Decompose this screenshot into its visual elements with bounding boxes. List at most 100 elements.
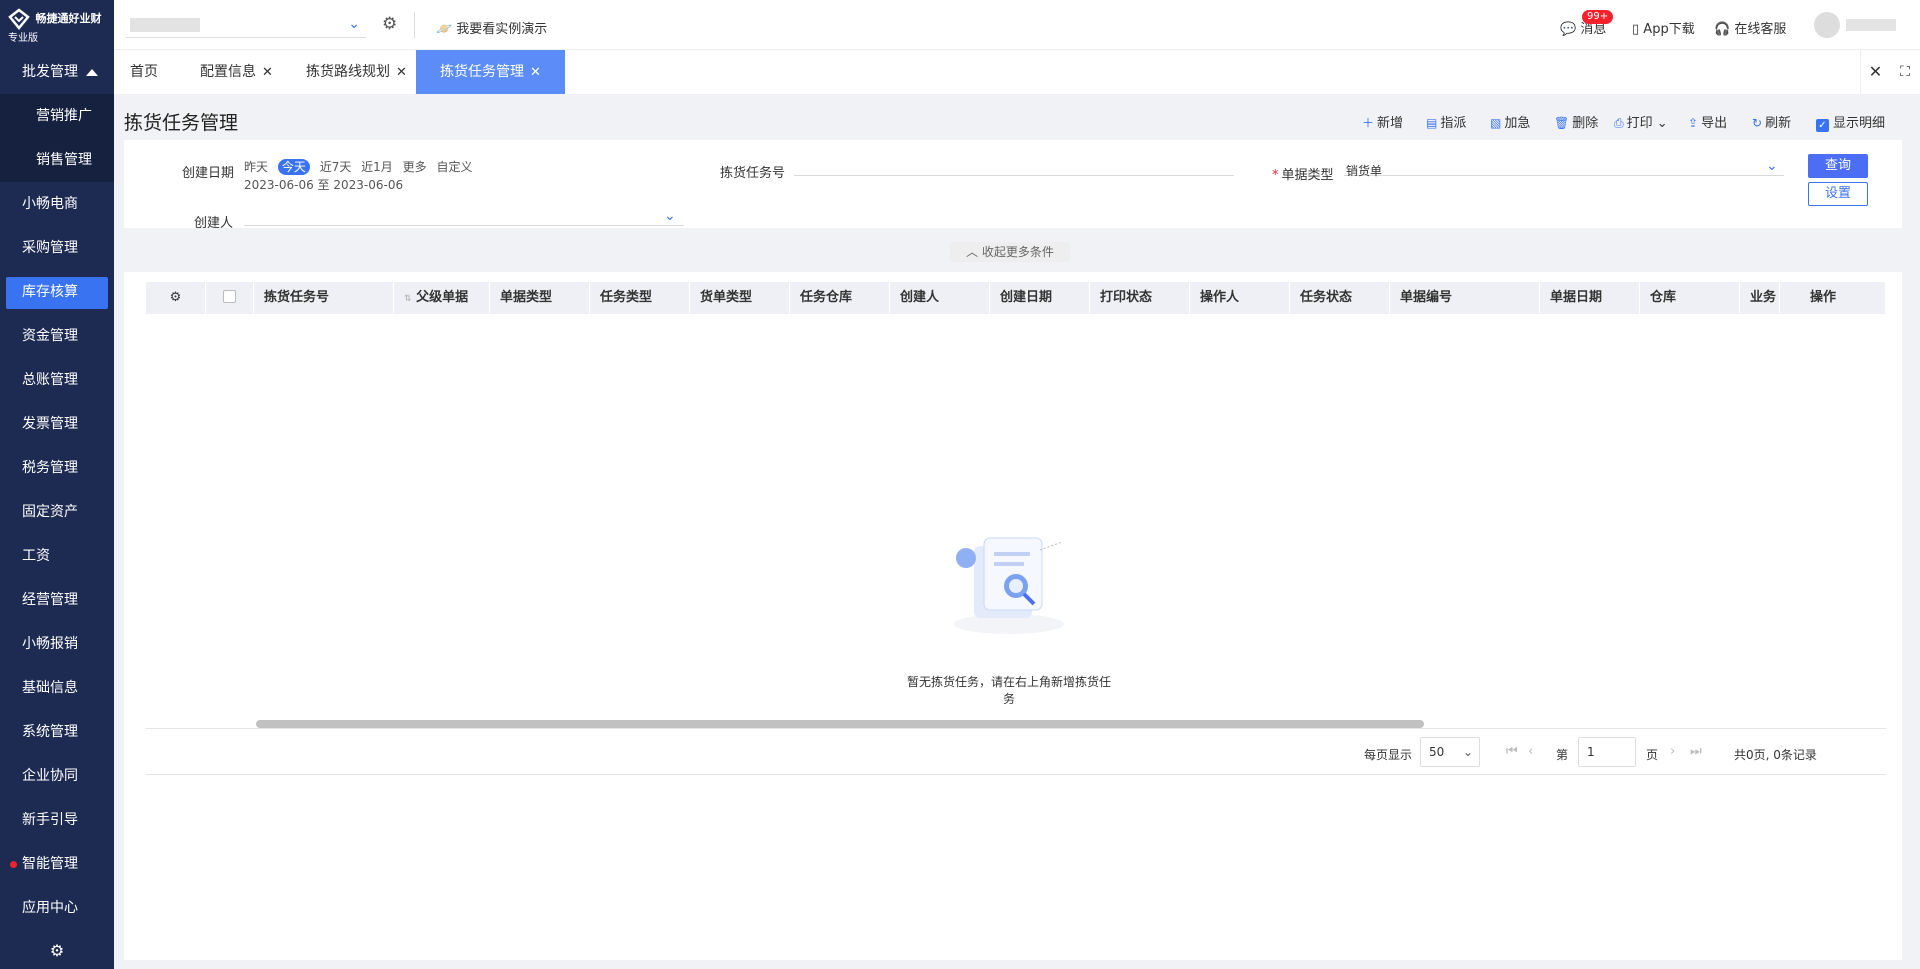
tab-config[interactable]: 配置信息 ✕ xyxy=(200,50,273,94)
sidebar-item-label: 总账管理 xyxy=(22,372,78,388)
sidebar-item-sales[interactable]: 销售管理 xyxy=(0,138,114,182)
column-header[interactable]: 创建日期 xyxy=(990,282,1090,314)
toolbar: ＋新增 ▤ 指派 ▧ 加急 🗑 删除 ⎙ 打印 ⌄ ⇪ 导出 ↻ 刷新 ✓ 显示明细 xyxy=(1362,112,1902,132)
sidebar-item-guide[interactable]: 新手引导 xyxy=(0,798,114,842)
table-header: ⚙ 拣货任务号 ⇅ 父级单据 单据类型 任务类型 货单类型 任务仓库 创建人 创… xyxy=(146,282,1886,314)
sidebar-item-label: 库存核算 xyxy=(22,284,78,300)
add-button[interactable]: ＋新增 xyxy=(1362,112,1403,131)
column-header[interactable]: 任务类型 xyxy=(590,282,690,314)
export-button[interactable]: ⇪ 导出 xyxy=(1688,112,1727,131)
column-header[interactable]: 仓库 xyxy=(1640,282,1740,314)
column-header[interactable]: 任务状态 xyxy=(1290,282,1390,314)
select-all-checkbox[interactable] xyxy=(206,282,254,314)
user-name-redacted[interactable] xyxy=(1846,19,1896,31)
creator-select[interactable] xyxy=(244,210,684,226)
sidebar-item-invoice[interactable]: 发票管理 xyxy=(0,402,114,446)
horizontal-scrollbar[interactable] xyxy=(256,720,1424,728)
date-option-more[interactable]: 更多 xyxy=(403,160,427,174)
brand-logo-icon xyxy=(8,8,30,30)
column-header[interactable]: 单据类型 xyxy=(490,282,590,314)
sidebar-item-funds[interactable]: 资金管理 xyxy=(0,314,114,358)
app-download-button[interactable]: ▯ App下载 xyxy=(1632,18,1695,37)
doc-type-select[interactable] xyxy=(1344,160,1784,176)
settings-button[interactable]: 设置 xyxy=(1808,182,1868,206)
sidebar-item-ecommerce[interactable]: 小畅电商 xyxy=(0,182,114,226)
sidebar-item-system[interactable]: 系统管理 xyxy=(0,710,114,754)
online-service-button[interactable]: 🎧 在线客服 xyxy=(1714,18,1786,37)
page-title: 拣货任务管理 xyxy=(124,112,239,134)
sidebar-item-app-center[interactable]: 应用中心 xyxy=(0,886,114,930)
column-header[interactable]: 创建人 xyxy=(890,282,990,314)
notification-dot xyxy=(10,861,17,868)
date-option-7days[interactable]: 近7天 xyxy=(320,160,352,174)
column-header[interactable]: 任务仓库 xyxy=(790,282,890,314)
sidebar-item-inventory[interactable]: 库存核算 xyxy=(0,270,114,314)
task-no-input[interactable] xyxy=(794,160,1234,176)
date-option-today[interactable]: 今天 xyxy=(277,159,310,175)
column-header[interactable]: 操作人 xyxy=(1190,282,1290,314)
tab-picking-route[interactable]: 拣货路线规划 ✕ xyxy=(306,50,407,94)
last-page-icon[interactable]: ⏭ xyxy=(1690,744,1702,759)
planet-icon: 🪐 xyxy=(436,22,453,37)
date-option-1month[interactable]: 近1月 xyxy=(361,160,393,174)
delete-button[interactable]: 🗑 删除 xyxy=(1554,112,1598,131)
sidebar-item-payroll[interactable]: 工资 xyxy=(0,534,114,578)
tab-picking-task[interactable]: 拣货任务管理 ✕ xyxy=(416,50,565,94)
sidebar-item-collaboration[interactable]: 企业协同 xyxy=(0,754,114,798)
close-icon[interactable]: ✕ xyxy=(396,65,407,80)
first-page-icon[interactable]: ⏮ xyxy=(1506,744,1518,759)
sidebar-item-label: 系统管理 xyxy=(22,724,78,740)
demo-link[interactable]: 🪐 我要看实例演示 xyxy=(436,18,547,37)
column-header[interactable]: ⇅ 父级单据 xyxy=(394,282,490,314)
tab-home[interactable]: 首页 xyxy=(130,50,158,94)
show-detail-toggle[interactable]: ✓ 显示明细 xyxy=(1816,112,1885,132)
gear-icon[interactable]: ⚙ xyxy=(382,14,397,34)
refresh-button[interactable]: ↻ 刷新 xyxy=(1752,112,1791,131)
prev-page-icon[interactable]: ‹ xyxy=(1528,744,1533,759)
sidebar-item-expense[interactable]: 小畅报销 xyxy=(0,622,114,666)
print-label: 打印 xyxy=(1626,116,1653,131)
sidebar-item-marketing[interactable]: 营销推广 xyxy=(0,94,114,138)
sidebar-item-fixed-assets[interactable]: 固定资产 xyxy=(0,490,114,534)
avatar[interactable] xyxy=(1814,12,1840,38)
page-number-input[interactable]: 1 xyxy=(1578,737,1636,767)
chevron-down-icon: ⌄ xyxy=(1766,158,1778,174)
sidebar-item-basic-info[interactable]: 基础信息 xyxy=(0,666,114,710)
close-icon[interactable]: ✕ xyxy=(262,65,273,80)
export-label: 导出 xyxy=(1701,116,1728,131)
fullscreen-icon[interactable]: ⛶ xyxy=(1890,50,1920,94)
sidebar-item-tax[interactable]: 税务管理 xyxy=(0,446,114,490)
per-page-select[interactable]: 50 ⌄ xyxy=(1420,737,1480,767)
column-header[interactable]: 货单类型 xyxy=(690,282,790,314)
print-button[interactable]: ⎙ 打印 ⌄ xyxy=(1614,112,1668,131)
assign-button[interactable]: ▤ 指派 xyxy=(1426,112,1466,131)
phone-icon: ▯ xyxy=(1632,22,1640,37)
sidebar-item-smart[interactable]: 智能管理 xyxy=(0,842,114,886)
top-right-actions: 💬 消息 99+ ▯ App下载 🎧 在线客服 xyxy=(1520,0,1920,50)
next-page-icon[interactable]: › xyxy=(1670,744,1675,759)
sidebar-item-label: 税务管理 xyxy=(22,460,78,476)
sidebar-item-purchase[interactable]: 采购管理 xyxy=(0,226,114,270)
gear-icon[interactable]: ⚙ xyxy=(0,933,114,969)
urgent-button[interactable]: ▧ 加急 xyxy=(1490,112,1530,131)
column-header[interactable]: 单据编号 xyxy=(1390,282,1540,314)
create-date-label: 创建日期 xyxy=(182,166,235,181)
collapse-conditions-button[interactable]: ︿ 收起更多条件 xyxy=(950,242,1070,262)
column-settings-icon[interactable]: ⚙ xyxy=(146,282,206,314)
messages-button[interactable]: 💬 消息 99+ xyxy=(1560,10,1614,37)
query-button[interactable]: 查询 xyxy=(1808,154,1868,178)
column-header[interactable]: 业务 xyxy=(1740,282,1780,314)
sidebar-item-label: 基础信息 xyxy=(22,680,78,696)
company-selector[interactable]: ⌄ xyxy=(126,14,366,38)
column-header[interactable]: 拣货任务号 xyxy=(254,282,394,314)
sidebar-item-wholesale[interactable]: 批发管理 xyxy=(0,50,114,94)
column-header[interactable]: 单据日期 xyxy=(1540,282,1640,314)
sidebar-item-operations[interactable]: 经营管理 xyxy=(0,578,114,622)
close-all-tabs-icon[interactable]: ✕ xyxy=(1860,50,1890,94)
date-option-yesterday[interactable]: 昨天 xyxy=(244,160,268,174)
close-icon[interactable]: ✕ xyxy=(530,65,541,80)
sidebar-item-ledger[interactable]: 总账管理 xyxy=(0,358,114,402)
column-header[interactable]: 操作 xyxy=(1780,282,1886,314)
date-option-custom[interactable]: 自定义 xyxy=(436,160,472,174)
column-header[interactable]: 打印状态 xyxy=(1090,282,1190,314)
